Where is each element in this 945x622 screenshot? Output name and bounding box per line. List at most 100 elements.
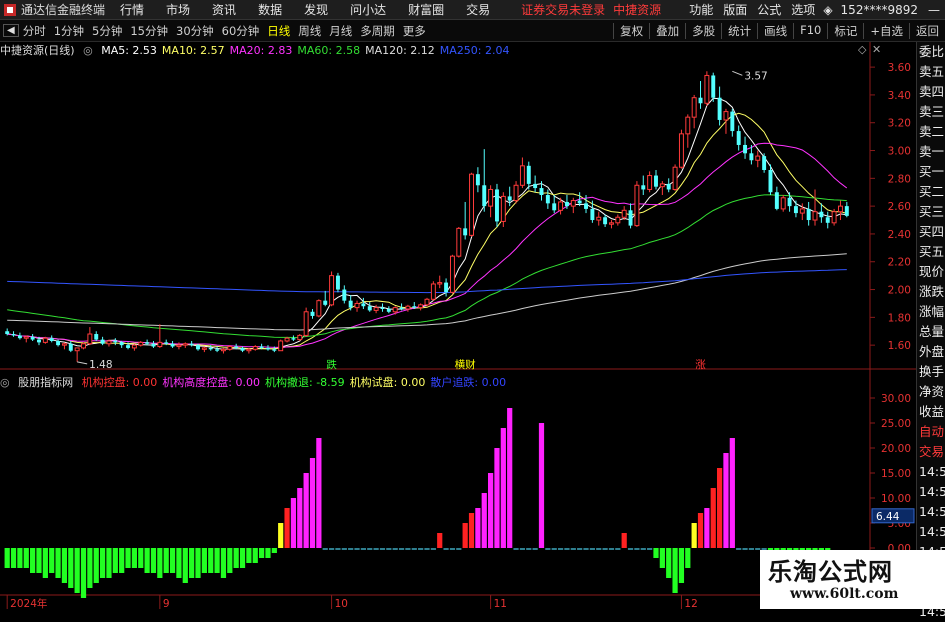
- candle-body: [56, 340, 61, 346]
- indicator-value-label: 机构控盘: 0.00: [81, 376, 158, 389]
- candle-body: [106, 340, 112, 345]
- chart-tool-button[interactable]: 多股: [685, 22, 721, 39]
- candle-body: [513, 184, 519, 202]
- time-tick-label: 9: [163, 598, 170, 609]
- indicator-bar: [138, 548, 144, 568]
- candle-body: [354, 302, 360, 309]
- candle-body: [11, 334, 16, 336]
- last-value-label: 6.44: [876, 511, 900, 523]
- indicator-bar: [545, 548, 551, 550]
- menu-function[interactable]: 功能: [684, 1, 718, 18]
- candle-body: [755, 155, 761, 161]
- toolbar-back-icon[interactable]: ◀: [3, 24, 19, 37]
- indicator-legend: ◎ 股朋指标网 机构控盘: 0.00 机构高度控盘: 0.00 机构撤退: -8.5…: [0, 374, 516, 389]
- candle-body: [42, 337, 48, 343]
- chart-tool-button[interactable]: 画线: [757, 22, 793, 39]
- candle-body: [303, 311, 309, 336]
- main-menu-item[interactable]: 市场: [155, 1, 201, 18]
- timeframe-tab[interactable]: 5分钟: [88, 23, 126, 39]
- menu-layout[interactable]: 版面: [718, 1, 752, 18]
- candle-body: [278, 340, 284, 352]
- chart-tool-button[interactable]: F10: [793, 22, 827, 39]
- event-label: 涨: [695, 359, 706, 370]
- timeframe-tab[interactable]: 月线: [325, 23, 356, 39]
- candle-body: [252, 346, 258, 350]
- kline-chart[interactable]: 3.60 3.40 3.20 3.00 2.80 2.60 2.40 2.20 2.00 1.80…: [0, 42, 916, 370]
- indicator-bar: [23, 548, 29, 568]
- candle-body: [196, 345, 200, 350]
- user-icon[interactable]: ◈: [820, 3, 835, 17]
- candle-body: [399, 307, 404, 310]
- timeframe-tab[interactable]: 分时: [19, 23, 50, 39]
- candle: [678, 129, 684, 169]
- candle-body: [182, 343, 188, 346]
- quote-field-label: 涨跌: [919, 284, 945, 299]
- price-tick-label: 2.00: [888, 285, 911, 297]
- main-menu-item[interactable]: 资讯: [201, 1, 247, 18]
- candle-body: [37, 339, 41, 343]
- minimize-icon[interactable]: —: [923, 3, 945, 17]
- timeframe-tab[interactable]: 1分钟: [50, 23, 88, 39]
- menu-options[interactable]: 选项: [786, 1, 820, 18]
- indicator-bar: [526, 548, 532, 550]
- main-menu-item[interactable]: 行情: [109, 1, 155, 18]
- candle: [711, 72, 716, 102]
- candle-body: [666, 183, 671, 190]
- chart-tool-button[interactable]: 统计: [721, 22, 757, 39]
- main-menu-item[interactable]: 发现: [293, 1, 339, 18]
- indicator-bar: [418, 548, 424, 550]
- indicator-bar: [278, 523, 284, 548]
- candle-body: [444, 282, 449, 293]
- indicator-tick-label: 25.00: [881, 418, 911, 430]
- candle-body: [685, 116, 691, 135]
- chart-tool-button[interactable]: 叠加: [649, 22, 685, 39]
- indicator-value-label: 机构撤退: -8.59: [265, 376, 345, 389]
- candle: [494, 183, 499, 227]
- candle-body: [348, 300, 353, 308]
- indicator-bar: [475, 508, 481, 548]
- chart-tool-button[interactable]: +自选: [863, 22, 909, 39]
- timeframe-tab[interactable]: 更多: [399, 23, 430, 39]
- indicator-bar: [144, 548, 150, 573]
- candle-body: [266, 347, 270, 350]
- user-account[interactable]: 152****9892: [836, 3, 923, 17]
- candle-body: [469, 173, 474, 236]
- timeframe-tab[interactable]: 30分钟: [172, 23, 218, 39]
- indicator-bar: [259, 548, 265, 558]
- indicator-bar: [602, 548, 608, 550]
- timeframe-tab[interactable]: 日线: [263, 23, 294, 39]
- ma-value-label: MA120: 2.12: [365, 44, 435, 57]
- candle-body: [291, 338, 296, 340]
- timeframe-tab[interactable]: 60分钟: [218, 23, 264, 39]
- main-menu-item[interactable]: 问小达: [339, 1, 397, 18]
- indicator-bar: [379, 548, 386, 550]
- chart-tool-button[interactable]: 复权: [613, 22, 649, 39]
- indicator-bar: [411, 548, 417, 550]
- candle-body: [437, 282, 443, 285]
- candle-body: [164, 342, 169, 344]
- indicator-settings-icon[interactable]: ◎: [0, 376, 10, 389]
- app-logo-icon: [4, 3, 16, 16]
- login-warning[interactable]: 证券交易未登录: [517, 1, 609, 18]
- candle-body: [672, 166, 678, 190]
- indicator-values: 机构控盘: 0.00 机构高度控盘: 0.00 机构撤退: -8.59 机构试盘: 0…: [82, 376, 511, 389]
- candle-body: [507, 196, 512, 201]
- main-menu-item[interactable]: 财富圈: [397, 1, 455, 18]
- timeframe-tab[interactable]: 15分钟: [126, 23, 172, 39]
- price-tick-label: 2.80: [888, 173, 911, 185]
- candle: [762, 153, 767, 173]
- indicator-bar: [290, 498, 297, 548]
- timeframe-tab[interactable]: 多周期: [356, 23, 399, 39]
- main-menu-item[interactable]: 交易: [455, 1, 501, 18]
- menu-formula[interactable]: 公式: [752, 1, 786, 18]
- quote-field-label: 外盘: [919, 344, 945, 359]
- candle-body: [819, 211, 824, 218]
- candle-body: [145, 342, 150, 344]
- main-menu-item[interactable]: 数据: [247, 1, 293, 18]
- ma-dropdown-icon[interactable]: ◎: [83, 44, 93, 57]
- indicator-bar: [736, 548, 742, 550]
- chart-tool-button[interactable]: 返回: [909, 22, 945, 39]
- chart-tool-button[interactable]: 标记: [827, 22, 863, 39]
- time-tick-label: 11: [494, 598, 507, 609]
- timeframe-tab[interactable]: 周线: [294, 23, 325, 39]
